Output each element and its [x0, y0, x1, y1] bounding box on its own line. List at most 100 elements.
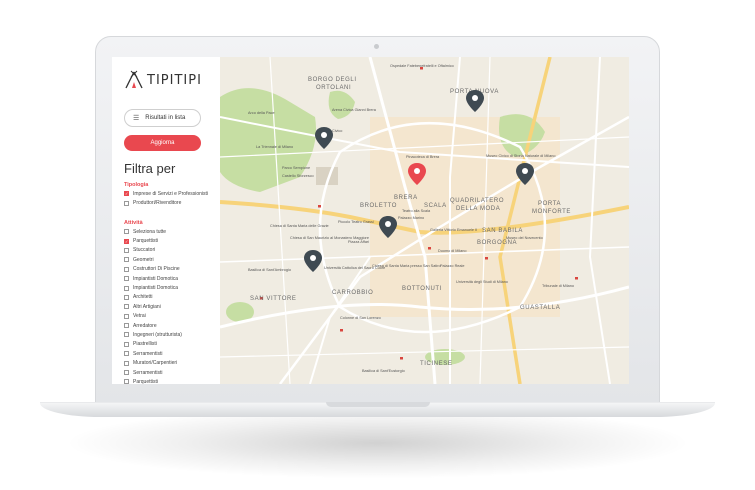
filter-option-label: Parquettisti — [133, 238, 159, 245]
filter-option-label: Impiantisti Domotica — [133, 285, 179, 292]
checkbox[interactable] — [124, 341, 129, 347]
filter-option-label: Architetti — [133, 294, 153, 301]
district-label: BROLETTO — [360, 203, 397, 209]
filter-option-label: Arredatore — [133, 322, 157, 329]
brand-logo[interactable]: TIPITIPI — [124, 69, 202, 91]
checkbox[interactable] — [124, 323, 129, 329]
checkbox[interactable]: ✓ — [124, 191, 129, 197]
checkbox[interactable] — [124, 200, 129, 206]
place-label: Colonne di San Lorenzo — [340, 316, 381, 320]
place-label: Ospedale Fatebenefratelli e Oftalmico — [390, 64, 454, 68]
filter-option[interactable]: Ingegneri (strutturista) — [124, 330, 182, 339]
place-label: Palazzo Marino — [398, 216, 424, 220]
place-label: Duomo di Milano — [438, 249, 467, 253]
laptop-shadow — [70, 408, 685, 478]
filter-option[interactable]: Impiantisti Domotica — [124, 274, 182, 283]
checkbox[interactable] — [124, 332, 129, 338]
filter-option[interactable]: Arredatore — [124, 321, 182, 330]
filter-option-label: Ingegneri (strutturista) — [133, 331, 182, 338]
place-label: Arco della Pace — [248, 111, 275, 115]
district-label: PORTA — [538, 201, 561, 207]
checkbox[interactable] — [124, 351, 129, 357]
filter-option-label: Serramentisti — [133, 350, 163, 357]
checkbox[interactable] — [124, 285, 129, 291]
filter-option[interactable]: ✓ Imprese di Servizi e Professionisti — [124, 189, 208, 198]
tipologia-title: Tipologia — [124, 182, 149, 188]
filter-option[interactable]: Stuccatori — [124, 246, 182, 255]
checkbox[interactable] — [124, 370, 129, 376]
place-label: Tribunale di Milano — [542, 284, 574, 288]
checkbox[interactable] — [124, 276, 129, 282]
laptop-camera — [374, 44, 379, 49]
checkbox[interactable] — [124, 313, 129, 319]
results-list-button[interactable]: ☰ Risultati in lista — [124, 109, 201, 127]
place-label: Piazza Affari — [348, 240, 369, 244]
checkbox[interactable] — [124, 229, 129, 235]
filter-option-label: Costruttori Di Piscine — [133, 266, 180, 273]
checkbox[interactable] — [124, 379, 129, 384]
filter-option[interactable]: Seleziona tutte — [124, 227, 182, 236]
map-view[interactable]: BORGO DEGLI ORTOLANI PORTA NUOVA BRERA B… — [220, 57, 629, 384]
filter-option-label: Vetrai — [133, 313, 146, 320]
district-label: BRERA — [394, 195, 418, 201]
filter-option-label: Seleziona tutte — [133, 228, 167, 235]
list-icon: ☰ — [133, 115, 140, 122]
district-label: BOTTONUTI — [402, 286, 442, 292]
district-label: BORGOGNA — [477, 240, 517, 246]
filter-option[interactable]: Costruttori Di Piscine — [124, 265, 182, 274]
place-label: Pinacoteca di Brera — [406, 155, 440, 159]
filter-option[interactable]: Geometri — [124, 255, 182, 264]
filter-option[interactable]: ✓ Parquettisti — [124, 236, 182, 245]
filter-option[interactable]: Parquettisti — [124, 377, 182, 384]
checkbox[interactable] — [124, 266, 129, 272]
district-label: DELLA MODA — [456, 206, 500, 212]
filter-option[interactable]: Architetti — [124, 293, 182, 302]
place-label: Chiesa di Santa Maria delle Grazie — [270, 224, 329, 228]
place-label: La Triennale di Milano — [256, 145, 293, 149]
place-label: Teatro alla Scala — [402, 209, 431, 213]
district-label: SAN VITTORE — [250, 296, 297, 302]
checkbox[interactable] — [124, 247, 129, 253]
filter-option-label: Produttori/Rivenditore — [133, 200, 182, 207]
filter-option[interactable]: Piastrellisti — [124, 340, 182, 349]
checkbox[interactable] — [124, 360, 129, 366]
filter-option-label: Imprese di Servizi e Professionisti — [133, 190, 209, 197]
district-label: SAN BABILA — [482, 228, 523, 234]
place-label: Galleria Vittorio Emanuele II — [430, 228, 477, 232]
filter-option[interactable]: Impiantisti Domotica — [124, 283, 182, 292]
checkbox[interactable]: ✓ — [124, 238, 129, 244]
filter-option[interactable]: Vetrai — [124, 312, 182, 321]
filter-title: Filtra per — [124, 161, 176, 176]
attivita-title: Attività — [124, 220, 143, 226]
district-label: TICINESE — [420, 361, 452, 367]
filter-sidebar: TIPITIPI ☰ Risultati in lista Aggiorna F… — [112, 57, 221, 384]
filter-option-label: Piastrellisti — [133, 341, 157, 348]
filter-option-label: Stuccatori — [133, 247, 156, 254]
filter-option[interactable]: Produttori/Rivenditore — [124, 198, 208, 207]
place-label: Museo Civico di Storia Naturale di Milan… — [486, 154, 555, 158]
results-list-label: Risultati in lista — [145, 115, 186, 121]
checkbox[interactable] — [124, 304, 129, 310]
logo-text: TIPITIPI — [147, 72, 202, 88]
update-button[interactable]: Aggiorna — [124, 135, 201, 151]
tipologia-options: ✓ Imprese di Servizi e Professionisti Prod… — [124, 189, 208, 208]
district-label: QUADRILATERO — [450, 198, 504, 204]
filter-option[interactable]: Altri Artigiani — [124, 302, 182, 311]
filter-option-label: Parquettisti — [133, 378, 159, 384]
place-label: Castello Sforzesco — [282, 174, 314, 178]
place-label: Università degli Studi di Milano — [456, 280, 508, 284]
place-label: Arena Civica Gianni Brera — [332, 108, 377, 112]
place-label: Palazzo Reale — [440, 264, 464, 268]
laptop-notch — [326, 402, 430, 407]
checkbox[interactable] — [124, 294, 129, 300]
filter-option-label: Geometri — [133, 256, 154, 263]
filter-option[interactable]: Serramentisti — [124, 368, 182, 377]
filter-option[interactable]: Serramentisti — [124, 349, 182, 358]
place-label: Basilica di Sant'Ambrogio — [248, 268, 291, 272]
map-canvas[interactable]: BORGO DEGLI ORTOLANI PORTA NUOVA BRERA B… — [220, 57, 629, 384]
filter-option[interactable]: Muratori/Carpentieri — [124, 358, 182, 367]
place-label: Parco Sempione — [282, 166, 310, 170]
checkbox[interactable] — [124, 257, 129, 263]
district-label: ORTOLANI — [316, 85, 351, 91]
filter-option-label: Serramentisti — [133, 369, 163, 376]
